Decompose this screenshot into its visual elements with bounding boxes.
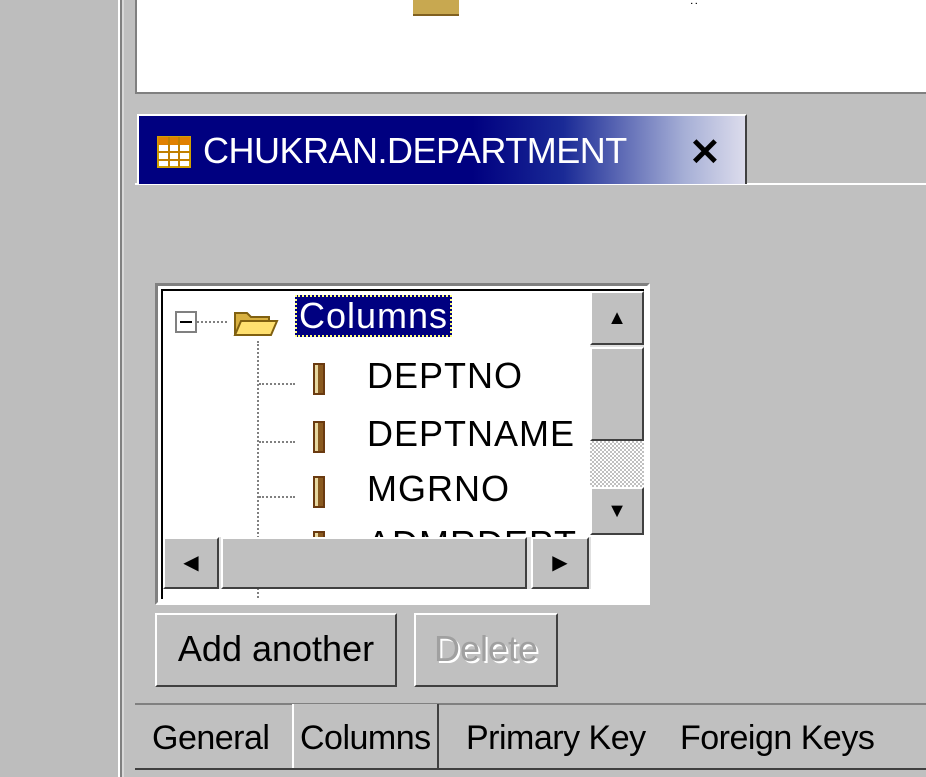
column-icon: [313, 421, 325, 453]
upper-editor-area: [135, 0, 926, 94]
tab-general[interactable]: General: [152, 712, 270, 768]
arrow-right-icon: ▶: [552, 552, 568, 574]
tab-primary-key[interactable]: Primary Key: [466, 712, 646, 768]
vertical-scroll-track[interactable]: [590, 441, 644, 487]
tab-chukran-department[interactable]: CHUKRAN.DEPARTMENT ✕: [137, 114, 747, 184]
arrow-down-icon: ▼: [607, 500, 627, 522]
scroll-up-button[interactable]: ▲: [590, 291, 644, 345]
vertical-scrollbar[interactable]: ▲ ▼: [590, 291, 644, 535]
tree-item-mgrno[interactable]: MGRNO: [367, 468, 510, 510]
scroll-down-button[interactable]: ▼: [590, 487, 644, 535]
tab-columns[interactable]: Columns: [292, 704, 439, 768]
tree-viewport: Columns DEPTNO DEPTNAME MGRNO ADMRDEPT ▲…: [161, 289, 644, 599]
partial-text: ˙˙: [690, 0, 700, 16]
horizontal-scroll-thumb[interactable]: [221, 537, 527, 589]
tab-title: CHUKRAN.DEPARTMENT: [203, 130, 627, 171]
tree-connector: [259, 496, 295, 498]
tab-foreign-keys[interactable]: Foreign Keys: [680, 712, 875, 768]
arrow-left-icon: ◀: [183, 552, 199, 574]
tree-connector: [259, 441, 295, 443]
column-icon: [313, 363, 325, 395]
tree-node-columns[interactable]: Columns: [295, 295, 453, 337]
splitter-face: [122, 0, 124, 777]
tree-connector: [197, 321, 227, 323]
column-icon: [313, 476, 325, 508]
panel-bottom-margin: [135, 770, 926, 777]
left-panel: [0, 0, 118, 777]
add-another-button[interactable]: Add another: [155, 613, 397, 687]
columns-tree-view[interactable]: Columns DEPTNO DEPTNAME MGRNO ADMRDEPT ▲…: [155, 283, 650, 605]
tree-item-deptno[interactable]: DEPTNO: [367, 355, 523, 397]
partial-icon: [413, 0, 459, 16]
scroll-left-button[interactable]: ◀: [163, 537, 219, 589]
arrow-up-icon: ▲: [607, 307, 627, 329]
bottom-tabs-divider: [135, 703, 926, 705]
collapse-icon[interactable]: [175, 311, 197, 333]
vertical-scroll-thumb[interactable]: [590, 347, 644, 441]
horizontal-scrollbar[interactable]: ◀ ▶: [163, 537, 591, 589]
table-icon: [157, 136, 191, 168]
delete-button[interactable]: Delete: [414, 613, 558, 687]
tree-item-deptname[interactable]: DEPTNAME: [367, 413, 575, 455]
open-folder-icon: [233, 312, 279, 336]
scroll-right-button[interactable]: ▶: [531, 537, 589, 589]
tree-connector: [259, 383, 295, 385]
close-icon[interactable]: ✕: [689, 130, 721, 175]
